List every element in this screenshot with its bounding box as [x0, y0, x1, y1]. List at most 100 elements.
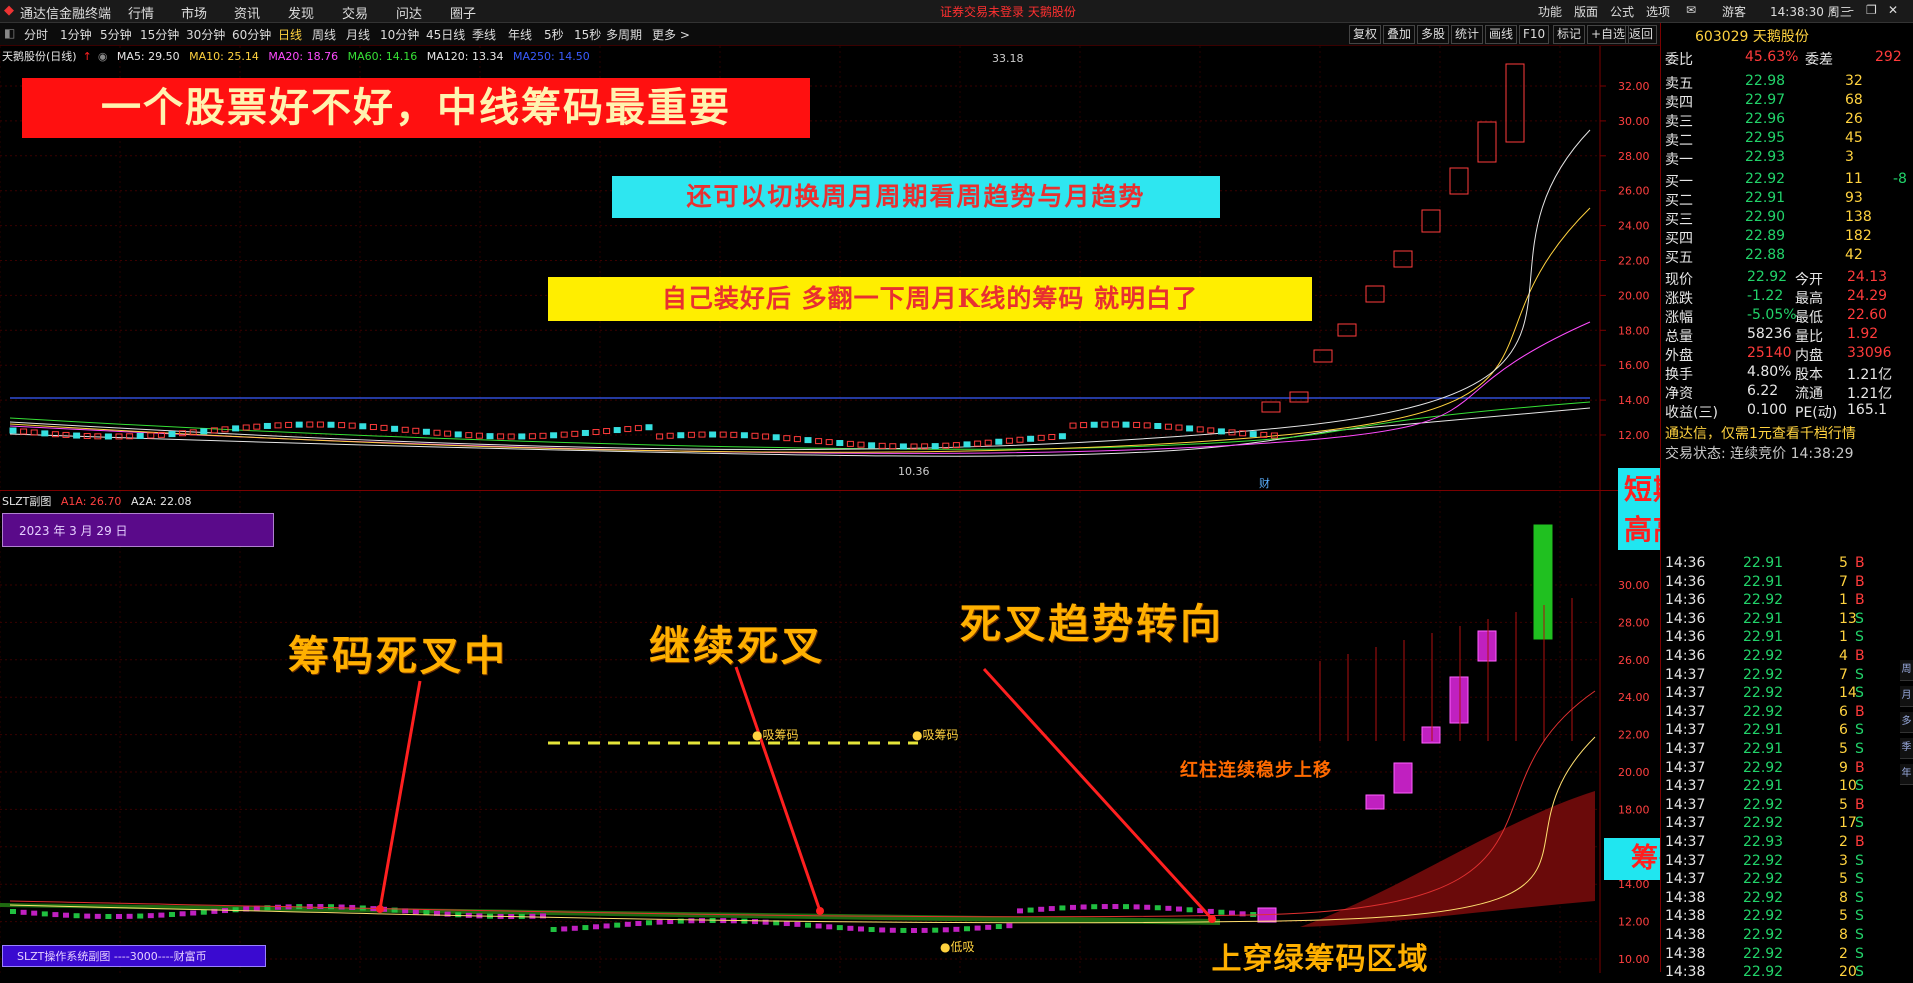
tick-row[interactable]: 14:36 22.91 13 S: [1665, 611, 1900, 630]
candle: [550, 432, 558, 439]
ask-row[interactable]: 卖一 22.93 3: [1665, 149, 1900, 168]
tab-1min[interactable]: 1分钟: [60, 26, 92, 43]
tab-15min[interactable]: 15分钟: [140, 26, 179, 43]
tick-row[interactable]: 14:38 22.92 8 S: [1665, 927, 1900, 946]
add-watchlist-button[interactable]: +自选: [1587, 25, 1630, 44]
tick-row[interactable]: 14:37 22.93 2 B: [1665, 834, 1900, 853]
stat-row[interactable]: 净资 6.22 流通 1.21亿: [1665, 383, 1900, 402]
tick-row[interactable]: 14:37 22.92 6 B: [1665, 704, 1900, 723]
tab-year[interactable]: 年线: [508, 26, 532, 43]
tick-row[interactable]: 14:36 22.91 7 B: [1665, 574, 1900, 593]
sub-candle: [1038, 906, 1045, 912]
fuquan-button[interactable]: 复权: [1349, 25, 1382, 44]
tab-60min[interactable]: 60分钟: [232, 26, 271, 43]
draw-line-button[interactable]: 画线: [1485, 25, 1518, 44]
tab-5min[interactable]: 5分钟: [100, 26, 132, 43]
stat-row[interactable]: 涨跌 -1.22 最高 24.29: [1665, 288, 1900, 307]
menu-gongneng[interactable]: 功能: [1538, 3, 1562, 20]
overlay-button[interactable]: 叠加: [1383, 25, 1416, 44]
tick-row[interactable]: 14:37 22.92 9 B: [1665, 760, 1900, 779]
tick-row[interactable]: 14:38 22.92 20 S: [1665, 964, 1900, 983]
menu-faxian[interactable]: 发现: [288, 3, 314, 22]
tick-row[interactable]: 14:38 22.92 2 S: [1665, 946, 1900, 965]
bid-row[interactable]: 买五 22.88 42: [1665, 247, 1900, 266]
tick-row[interactable]: 14:37 22.91 10 S: [1665, 778, 1900, 797]
tick-row[interactable]: 14:38 22.92 5 S: [1665, 908, 1900, 927]
side-strip-button[interactable]: 周: [1900, 660, 1913, 681]
menu-jiaoyi[interactable]: 交易: [342, 3, 368, 22]
mail-icon[interactable]: ✉: [1686, 3, 1696, 17]
ad-text[interactable]: 通达信，仅需1元查看千档行情: [1665, 423, 1900, 442]
stat-row[interactable]: 外盘 25140 内盘 33096: [1665, 345, 1900, 364]
ask-row[interactable]: 卖四 22.97 68: [1665, 92, 1900, 111]
back-icon[interactable]: ‹: [1830, 3, 1835, 17]
stat-row[interactable]: 换手 4.80% 股本 1.21亿: [1665, 364, 1900, 383]
tab-45day[interactable]: 45日线: [426, 26, 465, 43]
menu-gongshi[interactable]: 公式: [1610, 3, 1634, 20]
tick-row[interactable]: 14:37 22.92 3 S: [1665, 853, 1900, 872]
tick-row[interactable]: 14:37 22.92 7 S: [1665, 667, 1900, 686]
tick-row[interactable]: 14:36 22.92 4 B: [1665, 648, 1900, 667]
menu-shichang[interactable]: 市场: [181, 3, 207, 22]
ask-row[interactable]: 卖三 22.96 26: [1665, 111, 1900, 130]
tick-row[interactable]: 14:37 22.91 6 S: [1665, 722, 1900, 741]
tick-row[interactable]: 14:37 22.92 17 S: [1665, 815, 1900, 834]
ask-row[interactable]: 卖五 22.98 32: [1665, 73, 1900, 92]
menu-hangqing[interactable]: 行情: [128, 3, 154, 22]
return-button[interactable]: 返回: [1625, 25, 1658, 44]
event-marker[interactable]: 财: [1259, 476, 1270, 490]
stat-row[interactable]: 收益(三) 0.100 PE(动) 165.1: [1665, 402, 1900, 421]
candle: [1101, 421, 1109, 428]
tab-5sec[interactable]: 5秒: [544, 26, 564, 43]
tab-weekly[interactable]: 周线: [312, 26, 336, 43]
tab-multi-period[interactable]: 多周期: [606, 26, 642, 43]
side-strip-button[interactable]: 季: [1900, 738, 1913, 759]
stat-row[interactable]: 现价 22.92 今开 24.13: [1665, 269, 1900, 288]
close-icon[interactable]: ✕: [1888, 3, 1898, 17]
tab-fenshi[interactable]: 分时: [24, 26, 48, 43]
f10-button[interactable]: F10: [1519, 25, 1550, 44]
sub-candle: [635, 921, 642, 927]
tab-30min[interactable]: 30分钟: [186, 26, 225, 43]
candle: [454, 431, 462, 438]
maximize-icon[interactable]: ❐: [1866, 3, 1877, 17]
tick-row[interactable]: 14:36 22.91 1 S: [1665, 629, 1900, 648]
menu-zixun[interactable]: 资讯: [234, 3, 260, 22]
menu-banmian[interactable]: 版面: [1574, 3, 1598, 20]
side-strip-button[interactable]: 多: [1900, 712, 1913, 733]
tab-monthly[interactable]: 月线: [346, 26, 370, 43]
tick-row[interactable]: 14:37 22.92 14 S: [1665, 685, 1900, 704]
bid-row[interactable]: 买四 22.89 182: [1665, 228, 1900, 247]
tab-15sec[interactable]: 15秒: [574, 26, 601, 43]
menu-wenda[interactable]: 问达: [396, 3, 422, 22]
menu-quanzi[interactable]: 圈子: [450, 3, 476, 22]
tab-more[interactable]: 更多 >: [652, 26, 690, 43]
side-strip-button[interactable]: 月: [1900, 686, 1913, 707]
stat-row[interactable]: 涨幅 -5.05% 最低 22.60: [1665, 307, 1900, 326]
user-label[interactable]: 游客: [1722, 3, 1746, 20]
tick-row[interactable]: 14:36 22.92 1 B: [1665, 592, 1900, 611]
side-strip-button[interactable]: 年: [1900, 764, 1913, 785]
minimize-icon[interactable]: –: [1848, 3, 1854, 17]
tick-row[interactable]: 14:37 22.92 5 B: [1665, 797, 1900, 816]
tick-row[interactable]: 14:36 22.91 5 B: [1665, 555, 1900, 574]
stat-row[interactable]: 总量 58236 量比 1.92: [1665, 326, 1900, 345]
tab-10min[interactable]: 10分钟: [380, 26, 419, 43]
menu-xuanxiang[interactable]: 选项: [1646, 3, 1670, 20]
settings-icon[interactable]: ◉: [98, 50, 108, 63]
bid-row[interactable]: 买二 22.91 93: [1665, 190, 1900, 209]
tick-row[interactable]: 14:37 22.91 5 S: [1665, 741, 1900, 760]
ask-row[interactable]: 卖二 22.95 45: [1665, 130, 1900, 149]
tick-row[interactable]: 14:38 22.92 8 S: [1665, 890, 1900, 909]
stats-button[interactable]: 统计: [1451, 25, 1484, 44]
tab-daily[interactable]: 日线: [278, 26, 302, 43]
mark-button[interactable]: 标记: [1553, 25, 1586, 44]
candle: [1164, 423, 1172, 430]
tab-season[interactable]: 季线: [472, 26, 496, 43]
bid-row[interactable]: 买三 22.90 138: [1665, 209, 1900, 228]
bid-row[interactable]: 买一 22.92 11 -8: [1665, 171, 1907, 190]
tick-row[interactable]: 14:37 22.92 5 S: [1665, 871, 1900, 890]
panel-toggle-icon[interactable]: ◧: [4, 26, 15, 40]
multi-stock-button[interactable]: 多股: [1417, 25, 1450, 44]
slzt-sub-chart[interactable]: 30.0028.0026.0024.0022.0020.0018.0016.00…: [0, 490, 1659, 973]
